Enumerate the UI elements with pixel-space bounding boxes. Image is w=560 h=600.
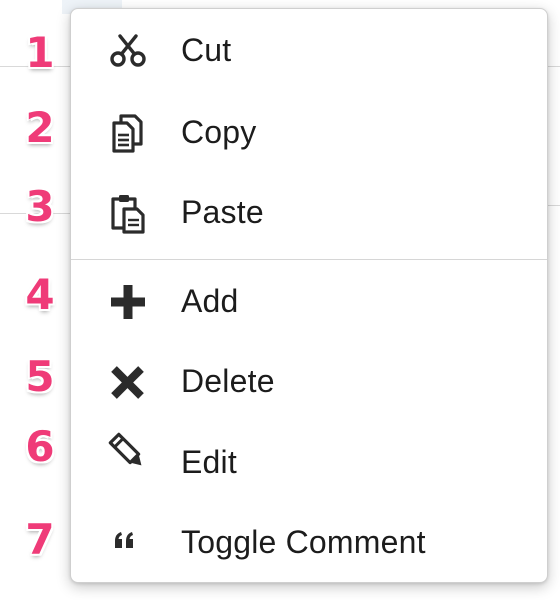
callout-number: 7 bbox=[25, 515, 55, 564]
menu-item-paste[interactable]: Paste bbox=[71, 183, 547, 243]
background-divider bbox=[548, 205, 560, 206]
menu-item-edit[interactable]: Edit bbox=[71, 432, 547, 493]
copy-icon bbox=[105, 110, 151, 156]
context-menu: Cut Copy Paste Add Delete Edit Toggle Co… bbox=[70, 8, 548, 583]
scissors-icon bbox=[105, 28, 151, 74]
menu-divider bbox=[71, 259, 547, 260]
plus-icon bbox=[105, 279, 151, 325]
menu-item-label: Add bbox=[181, 282, 239, 319]
menu-item-label: Paste bbox=[181, 193, 264, 230]
menu-item-add[interactable]: Add bbox=[71, 272, 547, 332]
callout-number: 5 bbox=[25, 352, 55, 401]
callout-number: 3 bbox=[25, 182, 55, 231]
menu-item-copy[interactable]: Copy bbox=[71, 103, 547, 163]
callout-number: 6 bbox=[25, 422, 55, 471]
menu-item-label: Copy bbox=[181, 113, 257, 150]
pencil-icon bbox=[105, 429, 151, 475]
callout-number: 1 bbox=[25, 28, 55, 77]
callout-number: 4 bbox=[25, 270, 55, 319]
quote-icon bbox=[105, 520, 151, 566]
callout-number: 2 bbox=[25, 103, 55, 152]
menu-item-label: Delete bbox=[181, 362, 275, 399]
menu-item-delete[interactable]: Delete bbox=[71, 352, 547, 412]
menu-item-label: Edit bbox=[181, 443, 237, 480]
paste-icon bbox=[105, 190, 151, 236]
close-icon bbox=[105, 359, 151, 405]
menu-item-label: Cut bbox=[181, 31, 232, 68]
background-divider bbox=[548, 66, 560, 67]
menu-item-toggle-comment[interactable]: Toggle Comment bbox=[71, 513, 547, 573]
menu-item-label: Toggle Comment bbox=[181, 523, 426, 560]
menu-item-cut[interactable]: Cut bbox=[71, 21, 547, 81]
